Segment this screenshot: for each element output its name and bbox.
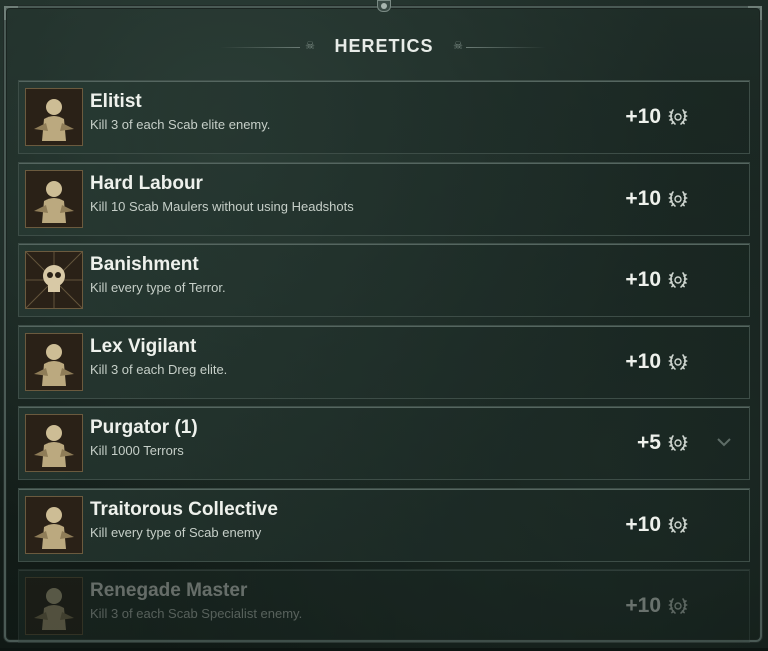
section-header: ☠ HERETICS ☠ (0, 30, 768, 64)
achievement-list[interactable]: Elitist Kill 3 of each Scab elite enemy.… (18, 80, 750, 651)
achievement-row[interactable]: Banishment Kill every type of Terror. +1… (18, 243, 750, 317)
achievement-row[interactable]: Lex Vigilant Kill 3 of each Dreg elite. … (18, 324, 750, 399)
achievement-description: Kill 10 Scab Maulers without using Heads… (90, 198, 354, 214)
horde-icon (25, 414, 83, 472)
reward: +10 (625, 592, 689, 620)
achievement-name: Lex Vigilant (90, 335, 197, 357)
skull-icon: ☠ (453, 40, 463, 52)
header-divider (466, 47, 546, 48)
achievement-description: Kill every type of Terror. (90, 280, 226, 295)
reward-value: +10 (625, 105, 661, 128)
laurel-icon (667, 595, 689, 617)
laurel-icon (667, 351, 689, 373)
scab-mauler-icon (25, 169, 83, 228)
achievement-row[interactable]: Renegade Master Kill 3 of each Scab Spec… (18, 569, 750, 643)
reward: +10 (625, 103, 689, 131)
achievement-description: Kill every type of Scab enemy (90, 524, 262, 540)
reward-value: +10 (625, 268, 661, 291)
top-ornament (377, 0, 391, 12)
achievement-name: Elitist (90, 91, 142, 112)
achievement-row[interactable]: Traitorous Collective Kill every type of… (18, 487, 750, 562)
achievement-description: Kill 3 of each Dreg elite. (90, 361, 228, 377)
reward: +10 (625, 185, 689, 213)
laurel-icon (667, 432, 689, 454)
reward-value: +10 (625, 512, 661, 536)
scab-elite-icon (25, 88, 83, 146)
achievement-row[interactable]: Purgator (1) Kill 1000 Terrors +5 (18, 406, 750, 480)
achievement-description: Kill 3 of each Scab elite enemy. (90, 117, 271, 132)
section-title: HERETICS (334, 36, 434, 56)
laurel-icon (667, 269, 689, 291)
achievement-name: Traitorous Collective (90, 498, 278, 520)
laurel-icon (667, 188, 689, 210)
chevron-down-icon[interactable] (715, 433, 733, 451)
reward: +5 (637, 429, 689, 457)
achievement-description: Kill 1000 Terrors (90, 443, 184, 458)
dreg-elite-icon (25, 332, 83, 391)
frame-corner (748, 6, 762, 20)
laurel-icon (667, 514, 689, 536)
reward-value: +10 (625, 594, 661, 617)
achievement-name: Renegade Master (90, 580, 248, 601)
achievement-name: Purgator (1) (90, 417, 198, 438)
reward: +10 (625, 511, 689, 539)
achievement-name: Banishment (90, 254, 199, 275)
laurel-icon (667, 106, 689, 128)
reward-value: +5 (637, 431, 661, 454)
achievement-row[interactable]: Elitist Kill 3 of each Scab elite enemy.… (18, 80, 750, 154)
reward-value: +10 (625, 349, 661, 373)
skull-icon (25, 251, 83, 309)
achievement-row[interactable]: Hard Labour Kill 10 Scab Maulers without… (18, 161, 750, 236)
reward: +10 (625, 266, 689, 294)
reward-value: +10 (625, 186, 661, 210)
frame-corner (4, 6, 18, 20)
scab-squad-icon (25, 495, 83, 554)
reward: +10 (625, 348, 689, 376)
achievement-name: Hard Labour (90, 172, 203, 194)
achievement-description: Kill 3 of each Scab Specialist enemy. (90, 606, 303, 621)
scab-specialist-icon (25, 577, 83, 635)
